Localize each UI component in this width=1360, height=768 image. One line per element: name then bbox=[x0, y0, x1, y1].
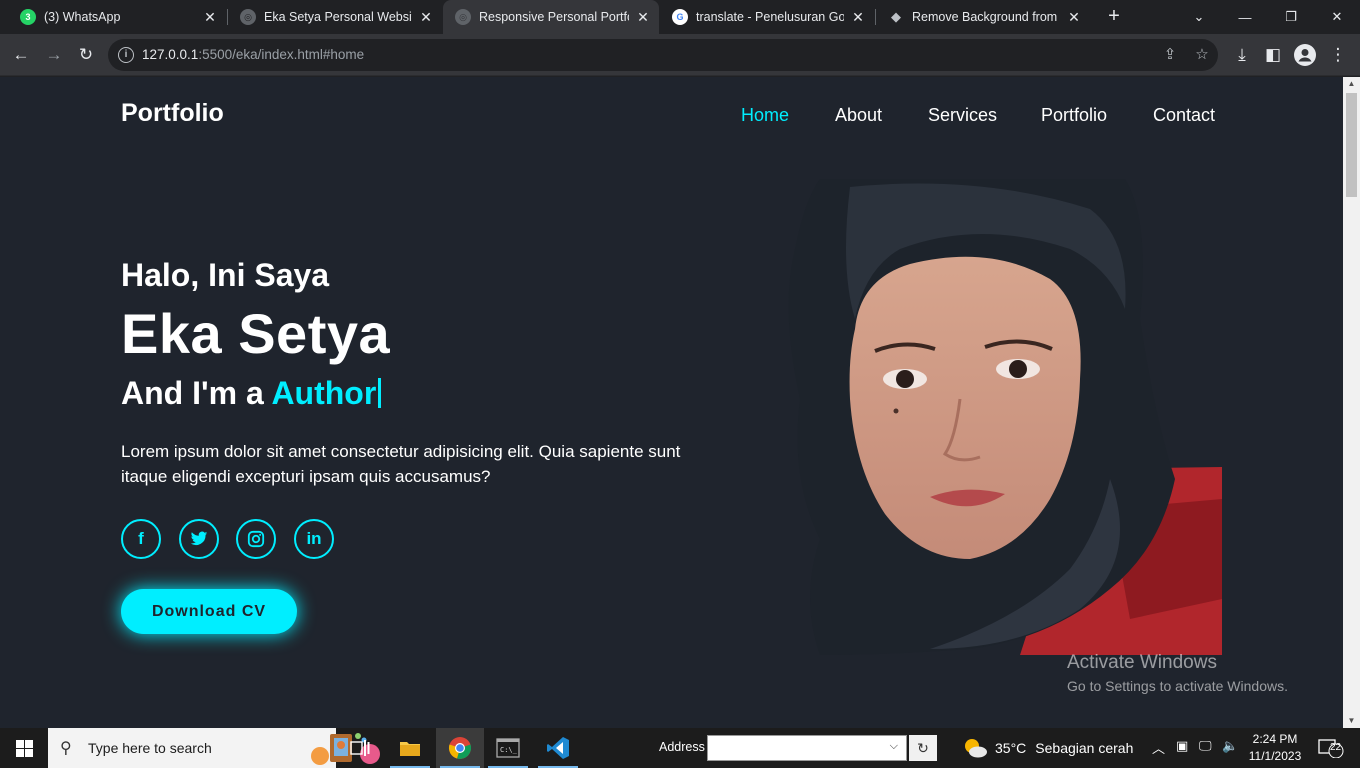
menu-kebab-icon[interactable]: ⋮ bbox=[1325, 42, 1351, 68]
taskbar-search-box[interactable]: ⚲ Type here to search bbox=[48, 728, 380, 768]
browser-tab-strip: 3 (3) WhatsApp ✕ ◎ Eka Setya Personal We… bbox=[0, 0, 1360, 34]
weather-temperature: 35°C bbox=[995, 740, 1027, 756]
minimize-button[interactable]: — bbox=[1222, 0, 1268, 34]
tab-remove-background[interactable]: ◆ Remove Background from Im ✕ bbox=[876, 0, 1090, 34]
nav-services[interactable]: Services bbox=[928, 105, 997, 126]
greeting-heading: Halo, Ini Saya bbox=[121, 257, 330, 293]
show-hidden-icons-chevron-icon[interactable]: ︿ bbox=[1152, 738, 1165, 757]
notification-center-icon[interactable]: 22 bbox=[1318, 738, 1344, 759]
bookmark-star-icon[interactable]: ☆ bbox=[1192, 45, 1212, 65]
typed-role-word: Author bbox=[271, 375, 377, 411]
svg-text:C:\_: C:\_ bbox=[500, 746, 518, 754]
scroll-down-arrow-icon[interactable]: ▼ bbox=[1343, 714, 1360, 728]
site-info-icon[interactable]: i bbox=[118, 47, 134, 63]
volume-icon[interactable]: 🔈 bbox=[1222, 738, 1238, 754]
scroll-up-arrow-icon[interactable]: ▲ bbox=[1343, 77, 1360, 91]
notification-count: 22 bbox=[1330, 742, 1342, 753]
page-viewport: Portfolio Home About Services Portfolio … bbox=[0, 77, 1343, 728]
clock-date: 11/1/2023 bbox=[1248, 749, 1302, 763]
nav-home[interactable]: Home bbox=[741, 105, 789, 126]
address-go-button[interactable]: ↻ bbox=[909, 735, 937, 761]
address-toolbar-input[interactable]: ⌵ bbox=[707, 735, 907, 761]
windows-logo-icon bbox=[15, 739, 33, 757]
facebook-icon[interactable]: f bbox=[121, 519, 161, 559]
scrollbar-thumb[interactable] bbox=[1346, 93, 1357, 197]
close-tab-icon[interactable]: ✕ bbox=[850, 9, 866, 26]
nav-portfolio[interactable]: Portfolio bbox=[1041, 105, 1107, 126]
share-icon[interactable]: ⇪ bbox=[1160, 45, 1180, 65]
network-icon[interactable]: 🖵 bbox=[1199, 738, 1212, 754]
tab-whatsapp[interactable]: 3 (3) WhatsApp ✕ bbox=[8, 0, 226, 34]
tab-title: Responsive Personal Portfolio bbox=[479, 10, 629, 24]
vscode-icon[interactable] bbox=[534, 728, 582, 768]
search-placeholder: Type here to search bbox=[88, 740, 212, 756]
restore-button[interactable]: ❐ bbox=[1268, 0, 1314, 34]
role-prefix: And I'm a bbox=[121, 375, 264, 411]
search-icon: ⚲ bbox=[60, 740, 72, 757]
reload-icon[interactable]: ↻ bbox=[73, 42, 99, 68]
nav-about[interactable]: About bbox=[835, 105, 882, 126]
globe-icon: ◎ bbox=[455, 9, 471, 25]
activate-windows-watermark: Activate Windows Go to Settings to activ… bbox=[1067, 652, 1288, 694]
name-heading: Eka Setya bbox=[121, 302, 391, 365]
profile-photo bbox=[788, 179, 1222, 655]
tab-title: Remove Background from Im bbox=[912, 10, 1060, 24]
nav-contact[interactable]: Contact bbox=[1153, 105, 1215, 126]
terminal-icon[interactable]: C:\_ bbox=[484, 728, 532, 768]
download-icon[interactable]: ⤓ bbox=[1229, 42, 1255, 68]
role-heading: And I'm a Author bbox=[121, 375, 382, 412]
layers-icon: ◆ bbox=[891, 9, 901, 24]
intro-description: Lorem ipsum dolor sit amet consectetur a… bbox=[121, 442, 681, 486]
page-scrollbar[interactable]: ▲ ▼ bbox=[1343, 77, 1360, 728]
instagram-icon[interactable] bbox=[236, 519, 276, 559]
start-button[interactable] bbox=[0, 728, 48, 768]
close-tab-icon[interactable]: ✕ bbox=[635, 9, 651, 26]
site-logo[interactable]: Portfolio bbox=[121, 99, 224, 128]
partly-sunny-icon bbox=[965, 739, 987, 758]
typing-caret bbox=[378, 378, 382, 408]
close-window-button[interactable]: ✕ bbox=[1314, 0, 1360, 34]
weather-description: Sebagian cerah bbox=[1035, 740, 1134, 756]
url-host: 127.0.0.1 bbox=[142, 47, 199, 62]
forward-arrow-icon[interactable]: → bbox=[41, 42, 67, 68]
address-toolbar-label: Address bbox=[659, 740, 705, 754]
tab-eka-setya-personal-website[interactable]: ◎ Eka Setya Personal Website ✕ bbox=[228, 0, 442, 34]
chevron-down-icon[interactable]: ⌵ bbox=[890, 740, 898, 753]
tab-title: Eka Setya Personal Website bbox=[264, 10, 412, 24]
twitter-icon[interactable] bbox=[179, 519, 219, 559]
address-bar[interactable]: i 127.0.0.1:5500/eka/index.html#home ⇪ ☆ bbox=[108, 39, 1218, 71]
tab-google-translate-search[interactable]: G translate - Penelusuran Goog ✕ bbox=[660, 0, 874, 34]
tab-title: translate - Penelusuran Goog bbox=[696, 10, 844, 24]
whatsapp-icon: 3 bbox=[20, 9, 36, 25]
google-icon: G bbox=[672, 9, 688, 25]
watermark-title: Activate Windows bbox=[1067, 652, 1217, 673]
system-clock[interactable]: 2:24 PM 11/1/2023 bbox=[1240, 731, 1310, 765]
close-tab-icon[interactable]: ✕ bbox=[202, 9, 218, 26]
url-text[interactable]: 127.0.0.1:5500/eka/index.html#home bbox=[142, 47, 364, 62]
url-path: :5500/eka/index.html#home bbox=[198, 47, 365, 62]
close-tab-icon[interactable]: ✕ bbox=[1066, 9, 1082, 26]
back-arrow-icon[interactable]: ← bbox=[8, 42, 34, 68]
close-tab-icon[interactable]: ✕ bbox=[418, 9, 434, 26]
browser-toolbar: ← → ↻ i 127.0.0.1:5500/eka/index.html#ho… bbox=[0, 34, 1360, 76]
tab-search-chevron-icon[interactable]: ⌄ bbox=[1176, 0, 1222, 34]
watermark-subtitle: Go to Settings to activate Windows. bbox=[1067, 678, 1288, 694]
file-explorer-icon[interactable] bbox=[386, 728, 434, 768]
globe-icon: ◎ bbox=[240, 9, 256, 25]
new-tab-button[interactable]: + bbox=[1102, 5, 1126, 29]
linkedin-icon[interactable]: in bbox=[294, 519, 334, 559]
task-view-icon[interactable] bbox=[336, 728, 384, 768]
chrome-taskbar-icon[interactable] bbox=[436, 728, 484, 768]
side-panel-icon[interactable]: ◧ bbox=[1260, 42, 1286, 68]
tab-responsive-personal-portfolio[interactable]: ◎ Responsive Personal Portfolio ✕ bbox=[443, 0, 659, 34]
windows-taskbar: ⚲ Type here to search C:\_ Address ⌵ ↻ 3… bbox=[0, 728, 1360, 768]
profile-avatar-icon[interactable] bbox=[1292, 42, 1318, 68]
weather-widget[interactable]: 35°C Sebagian cerah bbox=[962, 736, 1133, 760]
meet-now-icon[interactable]: ▣ bbox=[1176, 738, 1188, 754]
tab-title: (3) WhatsApp bbox=[44, 10, 121, 24]
download-cv-button[interactable]: Download CV bbox=[121, 589, 297, 634]
clock-time: 2:24 PM bbox=[1252, 732, 1298, 746]
